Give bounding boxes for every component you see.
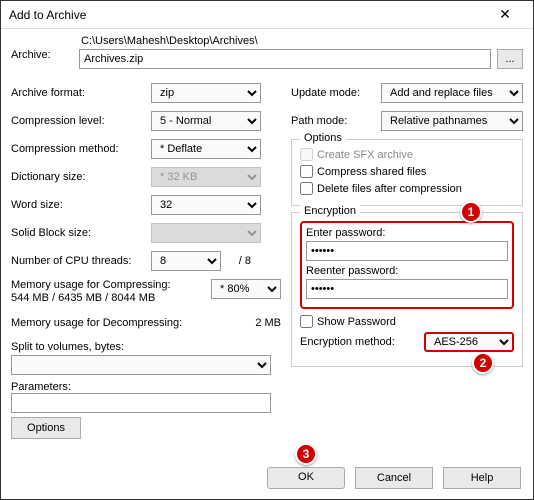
pathmode-select[interactable]: Relative pathnames [381, 111, 523, 131]
mem-decomp-label: Memory usage for Decompressing: [11, 317, 231, 330]
method-label: Compression method: [11, 143, 151, 155]
left-column: Archive format: zip Compression level: 5… [11, 83, 281, 439]
format-label: Archive format: [11, 87, 151, 99]
threads-max: / 8 [221, 255, 251, 267]
shared-label: Compress shared files [317, 166, 426, 178]
badge-1: 1 [460, 201, 482, 223]
badge-3: 3 [295, 443, 317, 465]
right-column: Update mode: Add and replace files Path … [291, 83, 523, 439]
params-label: Parameters: [11, 381, 281, 393]
enter-pw-label: Enter password: [306, 227, 508, 239]
enter-pw-input[interactable] [306, 241, 508, 261]
mem-comp-info: 544 MB / 6435 MB / 8044 MB [11, 292, 211, 305]
sfx-label: Create SFX archive [317, 149, 413, 161]
params-input[interactable] [11, 393, 271, 413]
help-button[interactable]: Help [443, 467, 521, 489]
encryption-title: Encryption [300, 205, 360, 217]
enc-method-label: Encryption method: [300, 336, 424, 348]
titlebar: Add to Archive ✕ [1, 1, 533, 29]
threads-select[interactable]: 8 [151, 251, 221, 271]
mem-comp-label: Memory usage for Compressing: [11, 279, 211, 292]
threads-label: Number of CPU threads: [11, 255, 151, 267]
reenter-pw-label: Reenter password: [306, 265, 508, 277]
password-highlight: Enter password: Reenter password: [300, 221, 514, 309]
word-select[interactable]: 32 [151, 195, 261, 215]
level-label: Compression level: [11, 115, 151, 127]
badge-2: 2 [472, 352, 494, 374]
delete-checkbox[interactable] [300, 182, 313, 195]
cancel-button[interactable]: Cancel [355, 467, 433, 489]
dict-select: * 32 KB [151, 167, 261, 187]
options-group: Options Create SFX archive Compress shar… [291, 139, 523, 206]
method-select[interactable]: * Deflate [151, 139, 261, 159]
word-label: Word size: [11, 199, 151, 211]
browse-button[interactable]: ... [497, 49, 523, 69]
pathmode-label: Path mode: [291, 115, 381, 127]
shared-checkbox[interactable] [300, 165, 313, 178]
archive-filename-input[interactable] [79, 49, 491, 69]
format-select[interactable]: zip [151, 83, 261, 103]
mem-comp-select[interactable]: * 80% [211, 279, 281, 299]
window-title: Add to Archive [9, 8, 86, 22]
encryption-group: Encryption 1 Enter password: Reenter pas… [291, 212, 523, 367]
split-select[interactable] [11, 355, 271, 375]
delete-label: Delete files after compression [317, 183, 462, 195]
show-pw-checkbox[interactable] [300, 315, 313, 328]
dialog-buttons: 3 OK Cancel Help [267, 467, 521, 489]
archive-label: Archive: [11, 35, 71, 61]
block-label: Solid Block size: [11, 227, 151, 239]
options-button[interactable]: Options [11, 417, 81, 439]
enc-method-select[interactable]: AES-256 [424, 332, 514, 352]
close-icon[interactable]: ✕ [485, 6, 525, 23]
show-pw-label: Show Password [317, 316, 396, 328]
reenter-pw-input[interactable] [306, 279, 508, 299]
level-select[interactable]: 5 - Normal [151, 111, 261, 131]
archive-path-dir: C:\Users\Mahesh\Desktop\Archives\ [79, 35, 523, 47]
split-label: Split to volumes, bytes: [11, 341, 281, 353]
update-select[interactable]: Add and replace files [381, 83, 523, 103]
update-label: Update mode: [291, 87, 381, 99]
dict-label: Dictionary size: [11, 171, 151, 183]
ok-button[interactable]: OK [267, 467, 345, 489]
options-group-title: Options [300, 132, 346, 144]
dialog-content: Archive: C:\Users\Mahesh\Desktop\Archive… [1, 29, 533, 439]
block-select [151, 223, 261, 243]
sfx-checkbox [300, 148, 313, 161]
mem-decomp-value: 2 MB [231, 317, 281, 329]
